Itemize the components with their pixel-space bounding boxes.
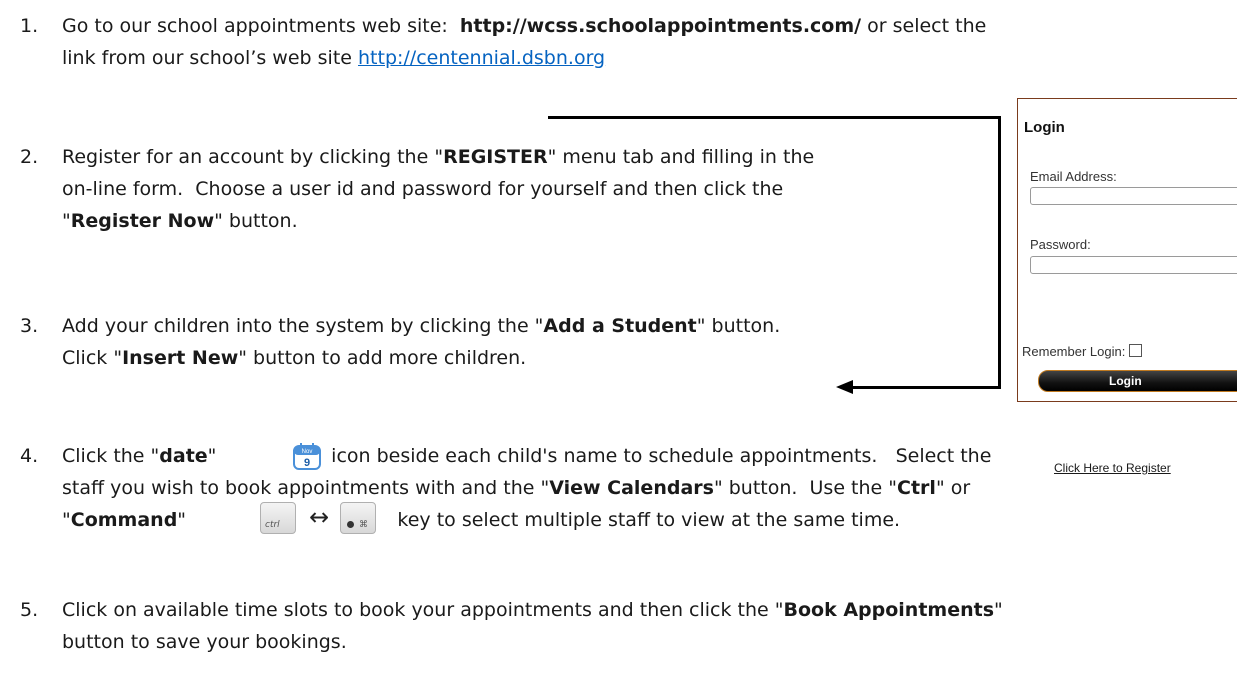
step-line: "Command" key to select multiple staff t…	[62, 504, 991, 536]
bold-text: Insert New	[122, 347, 239, 369]
login-title: Login	[1024, 119, 1065, 136]
text-segment: " menu tab and filling in the	[547, 146, 815, 168]
step-line: Add your children into the system by cli…	[62, 310, 780, 342]
step-line: link from our school’s web site http://c…	[62, 42, 986, 74]
step-line: button to save your bookings.	[62, 626, 1003, 658]
bold-text: Register Now	[70, 210, 215, 232]
text-segment: Add your children into the system by cli…	[62, 315, 544, 337]
step-line: Go to our school appointments web site: …	[62, 10, 986, 42]
step-line: Click on available time slots to book yo…	[62, 594, 1003, 626]
text-segment: " or	[935, 477, 971, 499]
text-segment: link from our school’s web site	[62, 47, 358, 69]
step-line: Register for an account by clicking the …	[62, 141, 814, 173]
command-key-label: ⌘	[359, 520, 368, 530]
calendar-month: Nov	[302, 449, 313, 455]
password-label: Password:	[1030, 237, 1091, 252]
text-segment: "	[62, 210, 71, 232]
bold-text: REGISTER	[443, 146, 548, 168]
step-text: Click the "date" icon beside each child'…	[62, 440, 991, 536]
email-label: Email Address:	[1030, 169, 1117, 184]
remember-login: Remember Login:	[1022, 344, 1143, 359]
login-button[interactable]: Login	[1038, 370, 1237, 392]
step-number: 4.	[20, 445, 39, 467]
text-segment: " button.	[214, 210, 298, 232]
remember-label: Remember Login:	[1022, 344, 1126, 359]
bold-text: Add a Student	[543, 315, 697, 337]
step-number: 3.	[20, 315, 39, 337]
text-segment: on-line form. Choose a user id and passw…	[62, 178, 784, 200]
bold-text: http://wcss.schoolappointments.com/	[459, 15, 862, 37]
step-line: staff you wish to book appointments with…	[62, 472, 991, 504]
text-segment: Go to our school appointments web site:	[62, 15, 460, 37]
text-segment: Click the "	[62, 445, 160, 467]
text-segment: " button. Use the "	[713, 477, 898, 499]
text-segment: staff you wish to book appointments with…	[62, 477, 550, 499]
ctrl-key-icon: ctrl	[260, 502, 296, 534]
step-line: on-line form. Choose a user id and passw…	[62, 173, 814, 205]
connector-line-vertical	[998, 116, 1001, 389]
step-line: Click the "date" icon beside each child'…	[62, 440, 991, 472]
bold-text: Ctrl	[897, 477, 936, 499]
school-website-link[interactable]: http://centennial.dsbn.org	[358, 47, 605, 69]
remember-checkbox[interactable]	[1129, 344, 1143, 357]
bold-text: View Calendars	[549, 477, 714, 499]
step-text: Register for an account by clicking the …	[62, 141, 814, 237]
bold-text: date	[159, 445, 208, 467]
apple-icon	[347, 521, 354, 528]
text-segment: " icon beside each child's name to sched…	[207, 445, 992, 467]
email-field[interactable]	[1030, 187, 1237, 205]
register-link[interactable]: Click Here to Register	[1054, 461, 1171, 475]
text-segment: or select the	[861, 15, 987, 37]
ctrl-key-label: ctrl	[265, 520, 280, 530]
bold-text: Command	[70, 509, 178, 531]
keyboard-keys: ctrl ↔ ⌘	[260, 500, 400, 536]
text-segment: " button.	[696, 315, 781, 337]
arrowhead-icon	[836, 380, 853, 394]
step-line: "Register Now" button.	[62, 205, 814, 237]
text-segment: Click "	[62, 347, 123, 369]
calendar-icon: Nov 9	[292, 441, 322, 471]
text-segment: Click on available time slots to book yo…	[62, 599, 784, 621]
login-panel: Login Email Address: Password: Remember …	[1017, 98, 1237, 475]
calendar-day: 9	[304, 457, 310, 469]
text-segment: "	[62, 509, 71, 531]
step-number: 1.	[20, 15, 39, 37]
text-segment: button to save your bookings.	[62, 631, 347, 653]
step-text: Click on available time slots to book yo…	[62, 594, 1003, 658]
double-arrow-icon: ↔	[309, 503, 330, 531]
password-field[interactable]	[1030, 256, 1237, 274]
step-text: Add your children into the system by cli…	[62, 310, 780, 374]
bold-text: Book Appointments	[783, 599, 995, 621]
text-segment: "	[994, 599, 1003, 621]
text-segment: Register for an account by clicking the …	[62, 146, 444, 168]
step-number: 2.	[20, 146, 39, 168]
connector-line-top	[548, 116, 1001, 119]
step-line: Click "Insert New" button to add more ch…	[62, 342, 780, 374]
connector-line-bottom	[852, 386, 1001, 389]
step-text: Go to our school appointments web site: …	[62, 10, 986, 74]
step-number: 5.	[20, 599, 39, 621]
text-segment: " button to add more children.	[238, 347, 527, 369]
command-key-icon: ⌘	[340, 502, 376, 534]
